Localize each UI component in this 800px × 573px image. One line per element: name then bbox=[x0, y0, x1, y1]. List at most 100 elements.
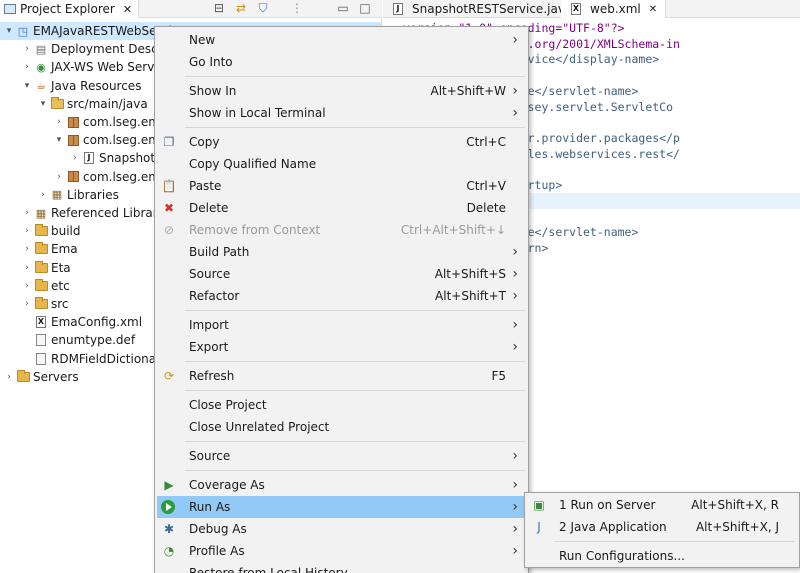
jaxws-icon: ◉ bbox=[36, 60, 46, 74]
menu-item-shortcut: Ctrl+V bbox=[466, 179, 506, 193]
tree-item-label: Ema bbox=[51, 242, 78, 257]
menu-separator bbox=[185, 127, 525, 128]
close-icon[interactable]: ✕ bbox=[123, 3, 132, 16]
tab-project-explorer[interactable]: Project Explorer ✕ bbox=[0, 0, 140, 18]
menu-item-refresh[interactable]: ⟳ Refresh F5 bbox=[157, 365, 526, 387]
menu-item-label: Refresh bbox=[189, 369, 235, 383]
menu-item-paste[interactable]: 📋 Paste Ctrl+V bbox=[157, 175, 526, 197]
menu-item-shortcut: Ctrl+C bbox=[466, 135, 506, 149]
menu-item-import[interactable]: Import › bbox=[157, 314, 526, 336]
menu-separator bbox=[185, 441, 525, 442]
chevron-right-icon[interactable]: › bbox=[54, 117, 64, 127]
context-menu: New › Go Into Show In Alt+Shift+W › Show in Lo… bbox=[154, 26, 529, 573]
chevron-right-icon[interactable]: › bbox=[22, 281, 32, 291]
folder-icon bbox=[34, 278, 48, 293]
maximize-icon[interactable]: □ bbox=[358, 1, 372, 15]
chevron-down-icon[interactable]: ▾ bbox=[54, 135, 64, 145]
file-icon bbox=[34, 352, 48, 366]
editor-tab-label: SnapshotRESTService.java bbox=[412, 2, 573, 16]
submenu-arrow-icon: › bbox=[512, 521, 518, 537]
java-resources-icon: ☕ bbox=[36, 79, 46, 93]
menu-item-profile-as[interactable]: ◔ Profile As › bbox=[157, 540, 526, 562]
menu-item-source[interactable]: Source Alt+Shift+S › bbox=[157, 263, 526, 285]
menu-item-label: Delete bbox=[189, 201, 229, 215]
run-icon bbox=[161, 500, 175, 514]
menu-item-show-in-local-terminal[interactable]: Show in Local Terminal › bbox=[157, 102, 526, 124]
chevron-right-icon[interactable]: › bbox=[22, 263, 32, 273]
menu-item-coverage-as[interactable]: ▶ Coverage As › bbox=[157, 474, 526, 496]
filter-icon[interactable]: ⛉ bbox=[256, 1, 270, 15]
tree-item-label: Eta bbox=[51, 260, 71, 275]
submenu-item-2-java-application[interactable]: J 2 Java Application Alt+Shift+X, J bbox=[527, 516, 799, 538]
chevron-down-icon[interactable]: ▾ bbox=[22, 81, 32, 91]
refresh-icon: ⟳ bbox=[163, 369, 175, 383]
submenu-item-run-configurations[interactable]: Run Configurations... bbox=[527, 545, 799, 567]
xml-file-icon: X bbox=[571, 3, 581, 15]
menu-item-label: Copy bbox=[189, 135, 220, 149]
chevron-right-icon[interactable]: › bbox=[22, 244, 32, 254]
menu-separator bbox=[185, 310, 525, 311]
chevron-right-icon[interactable]: › bbox=[22, 62, 32, 72]
tree-item-label: EmaConfig.xml bbox=[51, 315, 143, 330]
menu-separator bbox=[555, 541, 795, 542]
tree-item-label: Java Resources bbox=[51, 78, 142, 93]
file-icon bbox=[34, 333, 48, 347]
close-icon[interactable]: ✕ bbox=[649, 4, 657, 15]
menu-item-close-unrelated-project[interactable]: Close Unrelated Project bbox=[157, 416, 526, 438]
delete-icon: ✖ bbox=[163, 201, 175, 215]
folder-icon bbox=[16, 369, 30, 384]
minimize-icon[interactable]: ▭ bbox=[336, 1, 350, 15]
collapse-all-icon[interactable]: ⊟ bbox=[212, 1, 226, 15]
link-with-editor-icon[interactable]: ⇄ bbox=[234, 1, 248, 15]
menu-item-refactor[interactable]: Refactor Alt+Shift+T › bbox=[157, 285, 526, 307]
chevron-right-icon[interactable]: › bbox=[54, 172, 64, 182]
chevron-down-icon[interactable]: ▾ bbox=[38, 99, 48, 109]
deployment-descriptor-icon: ▤ bbox=[35, 42, 47, 56]
menu-item-run-as[interactable]: Run As › bbox=[157, 496, 526, 518]
remove-context-icon: ⊘ bbox=[163, 223, 175, 237]
menu-item-go-into[interactable]: Go Into bbox=[157, 51, 526, 73]
menu-item-shortcut: Alt+Shift+S bbox=[434, 267, 506, 281]
menu-item-shortcut: Alt+Shift+X, J bbox=[695, 520, 779, 534]
menu-item-export[interactable]: Export › bbox=[157, 336, 526, 358]
menu-item-debug-as[interactable]: ✱ Debug As › bbox=[157, 518, 526, 540]
tree-item-label: etc bbox=[51, 278, 70, 293]
menu-item-label: Export bbox=[189, 340, 229, 354]
menu-item-label: Paste bbox=[189, 179, 222, 193]
submenu-arrow-icon: › bbox=[512, 288, 518, 304]
chevron-right-icon[interactable]: › bbox=[22, 226, 32, 236]
package-icon bbox=[66, 115, 80, 129]
chevron-right-icon[interactable]: › bbox=[22, 44, 32, 54]
chevron-right-icon[interactable]: › bbox=[22, 208, 32, 218]
menu-item-copy-qualified-name[interactable]: Copy Qualified Name bbox=[157, 153, 526, 175]
chevron-down-icon[interactable]: ▾ bbox=[4, 26, 14, 36]
menu-item-close-project[interactable]: Close Project bbox=[157, 394, 526, 416]
run-as-submenu: ▣ 1 Run on Server Alt+Shift+X, R J 2 Java Ap… bbox=[524, 492, 800, 568]
menu-item-source[interactable]: Source › bbox=[157, 445, 526, 467]
menu-item-delete[interactable]: ✖ Delete Delete bbox=[157, 197, 526, 219]
menu-item-new[interactable]: New › bbox=[157, 29, 526, 51]
chevron-right-icon[interactable]: › bbox=[22, 299, 32, 309]
view-menu-icon[interactable]: ⋮ bbox=[290, 1, 304, 15]
paste-icon: 📋 bbox=[161, 179, 177, 193]
menu-item-label: Remove from Context bbox=[189, 223, 321, 237]
submenu-arrow-icon: › bbox=[512, 448, 518, 464]
chevron-right-icon[interactable]: › bbox=[70, 153, 80, 163]
submenu-arrow-icon: › bbox=[512, 32, 518, 48]
java-file-icon: J bbox=[391, 2, 405, 16]
submenu-item-1-run-on-server[interactable]: ▣ 1 Run on Server Alt+Shift+X, R bbox=[527, 494, 799, 516]
menu-item-show-in[interactable]: Show In Alt+Shift+W › bbox=[157, 80, 526, 102]
libraries-icon: ▦ bbox=[51, 188, 63, 202]
folder-icon bbox=[34, 224, 48, 238]
menu-item-label: Profile As bbox=[189, 544, 245, 558]
java-file-icon: J bbox=[82, 151, 96, 165]
chevron-right-icon[interactable]: › bbox=[38, 190, 48, 200]
menu-item-copy[interactable]: ❐ Copy Ctrl+C bbox=[157, 131, 526, 153]
menu-item-restore-from-local-history[interactable]: Restore from Local History... bbox=[157, 562, 526, 573]
editor-tab[interactable]: Xweb.xml ✕ bbox=[561, 0, 667, 18]
menu-item-shortcut: Ctrl+Alt+Shift+↓ bbox=[400, 223, 506, 237]
menu-item-build-path[interactable]: Build Path › bbox=[157, 241, 526, 263]
submenu-arrow-icon: › bbox=[512, 266, 518, 282]
menu-item-label: Debug As bbox=[189, 522, 247, 536]
chevron-right-icon[interactable]: › bbox=[4, 372, 14, 382]
